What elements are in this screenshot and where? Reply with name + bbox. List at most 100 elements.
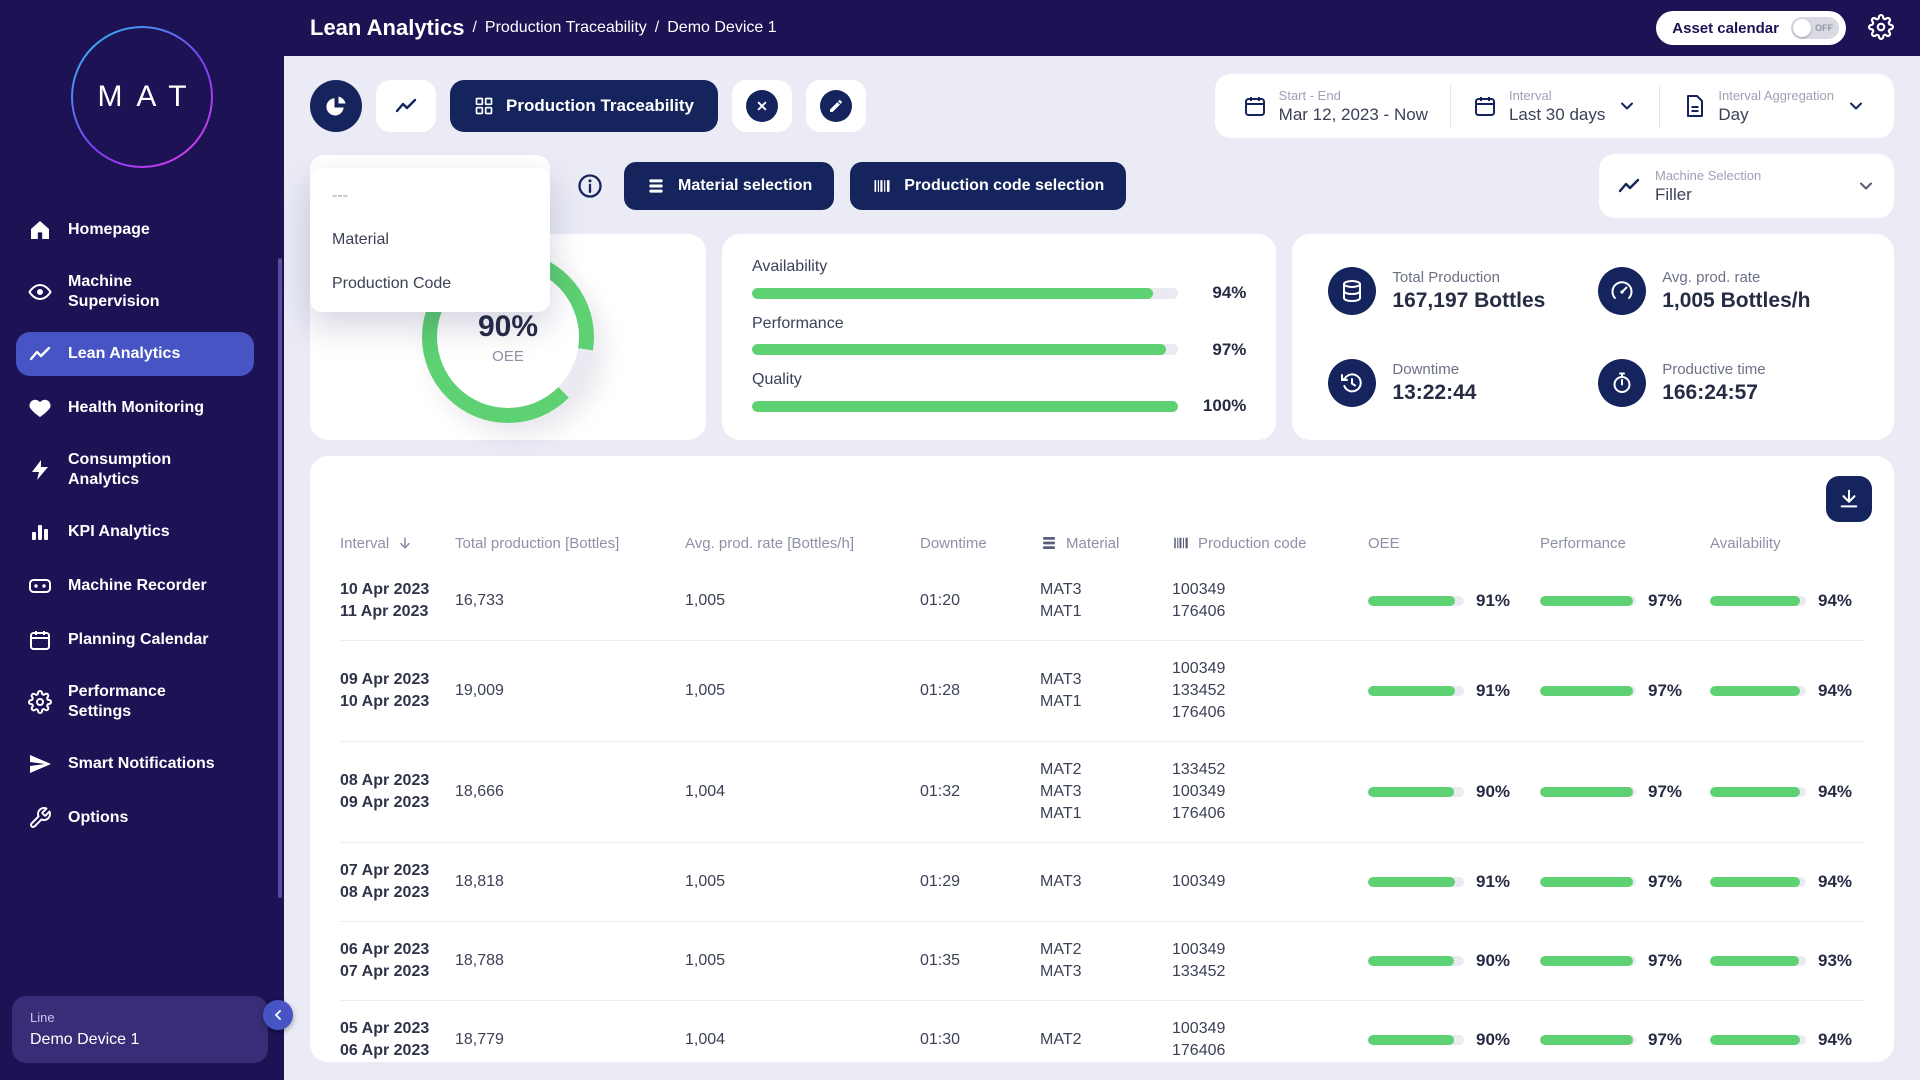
sidebar-item-machine-recorder[interactable]: Machine Recorder [16,564,254,608]
sidebar-collapse-button[interactable] [263,1000,293,1030]
sidebar-item-performance-settings[interactable]: Performance Settings [16,672,254,732]
production-code-selection-button[interactable]: Production code selection [850,162,1126,210]
asset-calendar-label: Asset calendar [1672,20,1779,37]
sidebar-item-kpi-analytics[interactable]: KPI Analytics [16,510,254,554]
stat-text: Avg. prod. rate1,005 Bottles/h [1662,269,1810,313]
table-row: 10 Apr 202311 Apr 202316,7331,00501:20MA… [340,562,1864,640]
sidebar-item-smart-notifications[interactable]: Smart Notifications [16,742,254,786]
breadcrumb-separator: / [472,19,476,37]
sidebar-item-planning-calendar[interactable]: Planning Calendar [16,618,254,662]
sidebar-item-homepage[interactable]: Homepage [16,208,254,252]
cell-performance: 97% [1540,680,1710,702]
cell-performance: 97% [1540,950,1710,972]
picker-label: Interval Aggregation [1718,88,1834,103]
material-selection-button[interactable]: Material selection [624,162,834,210]
aggregation-dropdown: ---MaterialProduction Code [310,168,550,312]
production-traceability-label: Production Traceability [506,96,694,116]
picker-value: Day [1718,105,1834,125]
production-traceability-button[interactable]: Production Traceability [450,80,718,132]
table-row: 08 Apr 202309 Apr 202318,6661,00401:32MA… [340,741,1864,842]
metric-bar-row: 97% [752,340,1246,360]
sidebar-scrollbar[interactable] [278,258,282,898]
device-name: Demo Device 1 [30,1031,250,1049]
calendar-icon [28,628,52,652]
cell-interval: 07 Apr 202308 Apr 2023 [340,860,455,904]
percent-value: 91% [1476,590,1510,612]
picker-label: Start - End [1279,88,1428,103]
toggle-state-label: OFF [1815,23,1833,33]
progress-fill [1368,877,1455,887]
filters-row: ---MaterialProduction Code Material sele… [310,154,1894,218]
progress-track [1540,956,1636,966]
sidebar-item-label: Lean Analytics [68,344,180,364]
info-icon [576,172,604,200]
stat-value: 13:22:44 [1392,381,1476,405]
settings-button[interactable] [1868,14,1894,43]
send-icon [28,752,52,776]
machine-selection-label: Machine Selection [1655,168,1842,183]
progress-fill [752,288,1153,299]
sort-down-icon [397,535,413,551]
device-line-label: Line [30,1010,250,1025]
metric-performance: Performance97% [752,315,1246,360]
cell-oee: 90% [1368,950,1540,972]
dropdown-option-[interactable]: --- [310,174,550,218]
close-circle [746,90,778,122]
sidebar-item-consumption-analytics[interactable]: Consumption Analytics [16,440,254,500]
cell-production-code: 100349133452176406 [1172,658,1368,724]
pie-chart-view-button[interactable] [310,80,362,132]
cell-material: MAT3MAT1 [1040,669,1172,713]
sidebar-item-label: Planning Calendar [68,630,208,650]
percent-value: 97% [1648,1029,1682,1051]
asset-calendar-pill[interactable]: Asset calendar OFF [1656,11,1846,45]
download-button[interactable] [1826,476,1872,522]
bolt-icon [28,458,52,482]
sidebar-item-machine-supervision[interactable]: Machine Supervision [16,262,254,322]
device-selector[interactable]: Line Demo Device 1 [12,996,268,1063]
metric-value: 97% [1194,340,1246,360]
stopwatch-icon [1598,359,1646,407]
info-button[interactable] [572,168,608,204]
cell-production-code: 100349133452 [1172,939,1368,983]
progress-track [752,401,1178,412]
breadcrumb-item-demo-device-1[interactable]: Demo Device 1 [667,19,776,37]
progress-track [1368,877,1464,887]
sidebar-item-options[interactable]: Options [16,796,254,840]
column-header-material: Material [1040,534,1172,552]
cell-production-code: 100349 [1172,871,1368,893]
metric-quality: Quality100% [752,371,1246,416]
oee-value: 90% [478,310,538,344]
progress-track [1710,956,1806,966]
column-header-label: Downtime [920,535,987,552]
cell-availability: 94% [1710,680,1864,702]
cell-avg-prod-rate: 1,004 [685,1029,920,1051]
edit-chart-button[interactable] [806,80,866,132]
picker-interval-aggregation[interactable]: Interval Aggregation Day [1659,85,1888,127]
dropdown-option-production-code[interactable]: Production Code [310,262,550,306]
picker-interval[interactable]: IntervalLast 30 days [1450,85,1659,127]
column-header-label: Interval [340,535,389,552]
stat-label: Downtime [1392,361,1476,378]
machine-selection[interactable]: Machine Selection Filler [1599,154,1894,218]
cell-interval: 10 Apr 202311 Apr 2023 [340,579,455,623]
column-header-interval[interactable]: Interval [340,535,455,552]
metric-bar-row: 94% [752,283,1246,303]
calendar-icon [1473,94,1497,118]
metric-label: Availability [752,258,1246,276]
cell-performance: 97% [1540,871,1710,893]
picker-value: Last 30 days [1509,105,1605,125]
sidebar-item-lean-analytics[interactable]: Lean Analytics [16,332,254,376]
dropdown-option-material[interactable]: Material [310,218,550,262]
cell-total-production: 18,788 [455,950,685,972]
close-view-button[interactable] [732,80,792,132]
line-chart-view-button[interactable] [376,80,436,132]
progress-fill [1540,877,1633,887]
cell-material: MAT2MAT3 [1040,939,1172,983]
wrench-icon [28,806,52,830]
picker-start-end[interactable]: Start - EndMar 12, 2023 - Now [1221,85,1450,127]
gauge-icon [1598,267,1646,315]
breadcrumb-item-production-traceability[interactable]: Production Traceability [485,19,647,37]
asset-calendar-toggle[interactable]: OFF [1791,17,1839,39]
cell-total-production: 16,733 [455,590,685,612]
sidebar-item-health-monitoring[interactable]: Health Monitoring [16,386,254,430]
